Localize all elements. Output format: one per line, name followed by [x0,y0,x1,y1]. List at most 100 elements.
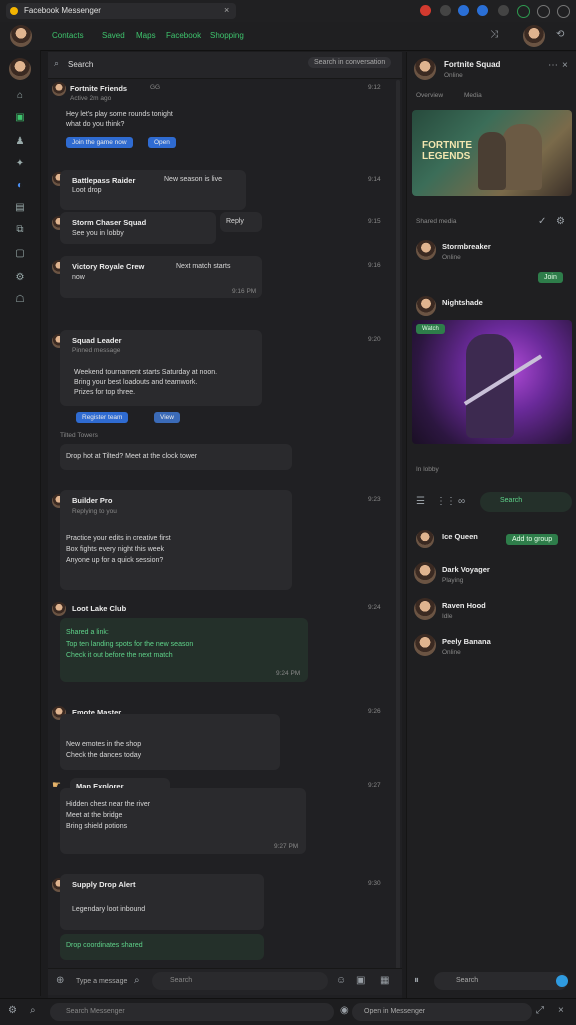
settings-icon[interactable]: ⚙ [8,1005,17,1016]
message-time: 9:16 [368,262,381,269]
tab-overview[interactable]: Overview [416,92,443,99]
extension-icon[interactable] [477,5,488,16]
search-conversation-pill[interactable]: Search in conversation [308,57,392,68]
message-text: Top ten landing spots for the new season [66,641,194,648]
friend-name[interactable]: Peely Banana [442,637,491,646]
friend-avatar[interactable] [414,562,436,584]
mic-icon[interactable]: ◉ [340,1005,349,1016]
right-search-input[interactable] [434,972,568,990]
tab-media[interactable]: Media [464,92,482,99]
message-author[interactable]: Battlepass Raider [72,176,135,185]
chat-icon[interactable]: ▣ [14,112,26,124]
nav-link-facebook[interactable]: Facebook [166,31,201,40]
message-author[interactable]: Tilted Towers [60,432,98,439]
profile-avatar[interactable] [10,25,32,47]
friend-avatar[interactable] [416,240,436,260]
friend-avatar[interactable] [414,634,436,656]
shuffle-icon[interactable]: ⤨ [490,29,498,40]
friend-name[interactable]: Nightshade [442,298,483,307]
add-icon[interactable]: ⊕ [56,975,64,986]
message-author[interactable]: Supply Drop Alert [72,880,135,889]
message-text: what do you think? [66,121,125,128]
store-icon[interactable]: ◐ [14,180,26,192]
friend-avatar[interactable] [416,296,436,316]
message-author[interactable]: Victory Royale Crew [72,262,144,271]
archive-icon[interactable]: ▢ [14,248,26,260]
view-button[interactable]: View [154,412,180,423]
extension-icon[interactable] [458,5,469,16]
chat-search-label[interactable]: Search [68,60,93,69]
community-icon[interactable]: ☖ [14,294,26,306]
nav-link-maps[interactable]: Maps [136,31,156,40]
group-avatar[interactable] [414,58,436,80]
join-game-button[interactable]: Join the game now [66,137,133,148]
message-author[interactable]: Squad Leader [72,336,122,345]
link-icon[interactable]: ∞ [458,496,465,507]
bookmark-icon[interactable]: ⧉ [14,224,26,236]
add-to-group-badge[interactable]: Add to group [506,534,559,545]
character-figure [502,124,542,190]
grid-icon[interactable]: ⋮⋮ [436,496,456,507]
more-icon[interactable]: ⋯ [548,60,558,71]
message-author[interactable]: Builder Pro [72,496,112,505]
search-icon[interactable]: ⌕ [134,975,140,986]
message-avatar[interactable] [52,82,66,96]
friend-avatar[interactable] [416,530,434,548]
emoji-icon[interactable]: ☺ [336,975,346,986]
browser-tab[interactable]: Facebook Messenger × [6,3,236,19]
active-tab-label[interactable]: Search [500,497,522,504]
message-text: Bring shield potions [66,823,128,830]
friend-name[interactable]: Stormbreaker [442,242,491,251]
register-team-button[interactable]: Register team [76,412,129,423]
extension-icon[interactable] [440,5,451,16]
gif-icon[interactable]: ▣ [356,975,365,986]
expand-icon[interactable]: ⤢ [536,1005,544,1016]
message-text: Next match starts [176,263,231,270]
friend-name[interactable]: Raven Hood [442,601,486,610]
extension-icon[interactable] [420,5,431,16]
message-avatar[interactable] [52,602,66,616]
settings-icon[interactable]: ⚙ [556,216,565,227]
friend-name[interactable]: Dark Voyager [442,565,490,574]
search-icon[interactable]: ⌕ [30,1005,36,1016]
home-icon[interactable]: ⌂ [14,90,26,102]
pause-icon[interactable]: ⏸ [414,975,419,986]
game-banner-image[interactable]: FORTNITE LEGENDS [412,110,572,196]
friend-avatar[interactable] [414,598,436,620]
my-avatar[interactable] [9,58,31,80]
list-icon[interactable]: ☰ [416,496,425,507]
sticker-icon[interactable]: ▦ [380,975,389,986]
search-icon[interactable]: ⌕ [54,58,59,69]
game-banner-image[interactable]: Watch [412,320,572,444]
message-subtitle: Replying to you [72,508,117,515]
send-icon[interactable] [556,975,568,987]
bell-icon[interactable]: ✦ [14,158,26,170]
extension-icon[interactable] [498,5,509,16]
close-panel-icon[interactable]: × [562,60,568,71]
menu-icon[interactable] [557,5,570,18]
open-button[interactable]: Open [148,137,176,148]
message-author[interactable]: Fortnite Friends [70,84,127,93]
chat-scrollbar[interactable] [396,80,400,980]
join-badge[interactable]: Join [538,272,563,283]
message-input-placeholder: Search [170,977,193,984]
contact-avatar[interactable] [523,25,545,47]
active-tab-pill[interactable] [480,492,572,512]
check-icon[interactable]: ✓ [538,216,546,227]
calendar-icon[interactable]: ▤ [14,202,26,214]
message-author[interactable]: Storm Chaser Squad [72,218,146,227]
nav-link-shopping[interactable]: Shopping [210,31,244,40]
extension-icon[interactable] [517,5,530,18]
people-icon[interactable]: ♟ [14,136,26,148]
message-author[interactable]: Loot Lake Club [72,604,126,613]
nav-link-contacts[interactable]: Contacts [52,31,84,40]
emoji-icon[interactable] [537,5,550,18]
close-icon[interactable]: × [558,1005,564,1016]
friend-name[interactable]: Ice Queen [442,532,478,541]
nav-link-saved[interactable]: Saved [102,31,125,40]
message-time: 9:20 [368,336,381,343]
reply-label[interactable]: Reply [226,217,244,227]
back-icon[interactable]: ⟲ [556,29,564,40]
close-tab-icon[interactable]: × [224,5,229,15]
settings-icon[interactable]: ⚙ [14,272,26,284]
